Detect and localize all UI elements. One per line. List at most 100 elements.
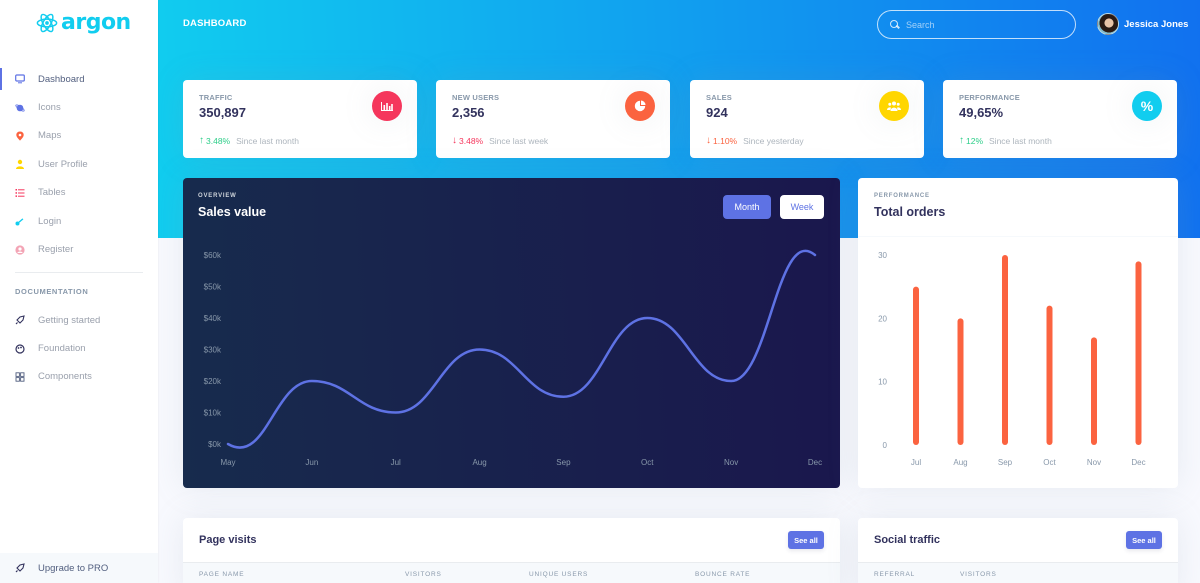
stat-card-sales: SALES 924 ↓ 1.10% Since yesterday [690,80,924,158]
sales-line-chart: $0k $10k $20k $30k $40k $50k $60k May Jun Jul Aug S… [204,249,822,467]
user-name: Jessica Jones [1124,18,1189,30]
month-toggle-button[interactable]: Month [723,195,771,219]
x-tick-label: Jun [305,458,318,467]
sales-line-series [226,249,817,449]
brand-logo[interactable]: argon [36,10,131,35]
sidebar-item-label: Foundation [38,343,86,355]
sidebar-item-label: Login [38,215,62,227]
column-header[interactable]: REFERRAL [874,571,915,578]
sidebar-item-label: Maps [38,130,62,142]
card-title: Sales value [198,205,267,219]
stat-since: Since last month [236,135,299,146]
card-overline: OVERVIEW [198,193,237,199]
y-tick-label: $20k [204,377,222,386]
key-icon [15,218,24,226]
y-tick-label: $50k [204,283,222,292]
stat-since: Since last week [489,135,549,146]
x-tick-label: Sep [998,458,1013,467]
stat-value: 350,897 [199,105,246,120]
column-header[interactable]: PAGE NAME [199,571,244,578]
y-tick-label: 20 [878,314,887,323]
user-menu[interactable]: Jessica Jones [1097,13,1188,35]
user-icon [16,160,24,170]
ui-grid-icon [15,372,25,382]
sidebar-item-label: Getting started [38,314,101,326]
y-tick-label: 0 [883,441,888,450]
x-tick-label: Dec [808,458,822,467]
x-tick-label: Oct [1043,458,1056,467]
stat-footer: ↑ 3.48% Since last month [199,135,299,146]
bar-nov[interactable] [1091,337,1097,445]
stat-value: 49,65% [959,105,1004,120]
upgrade-to-pro-link[interactable]: Upgrade to PRO [0,553,158,583]
stat-value: 2,356 [452,105,485,120]
users-icon [879,91,909,121]
brand-name: argon [61,10,131,35]
stat-title: PERFORMANCE [959,93,1020,102]
card-title: Total orders [874,205,946,219]
sidebar-item-label: Register [38,244,74,256]
page-title[interactable]: DASHBOARD [183,18,247,29]
stat-card-traffic: TRAFFIC 350,897 ↑ 3.48% Since last month [183,80,417,158]
x-tick-label: Aug [472,458,486,467]
bar-jul[interactable] [913,286,919,445]
bar-dec[interactable] [1135,261,1142,445]
percent-icon: % [1132,91,1162,121]
sidebar-item-foundation[interactable]: Foundation [0,334,158,362]
documentation-heading: DOCUMENTATION [15,287,89,296]
stat-card-performance: PERFORMANCE 49,65% % ↑ 12% Since last mon… [943,80,1177,158]
y-tick-label: 30 [878,251,887,260]
bar-aug[interactable] [957,318,964,445]
stat-change: ↑ 3.48% [199,135,231,146]
documentation-nav: Getting started Foundation Components [0,306,158,391]
x-tick-label: Oct [641,458,654,467]
sidebar-item-label: Tables [38,187,66,199]
stat-title: TRAFFIC [199,93,233,102]
chart-pie-icon [625,91,655,121]
see-all-button[interactable]: See all [1126,531,1162,549]
column-header[interactable]: VISITORS [960,571,997,578]
sidebar-divider [15,272,143,273]
search-box[interactable] [877,10,1076,39]
stat-change: ↓ 3.48% [452,135,484,146]
sidebar-item-register[interactable]: Register [0,235,158,263]
column-header[interactable]: VISITORS [405,571,442,578]
column-header[interactable]: BOUNCE RATE [695,571,750,578]
x-tick-label: Sep [556,458,571,467]
stat-card-new-users: NEW USERS 2,356 ↓ 3.48% Since last week [436,80,670,158]
circle-user-icon [15,244,25,255]
bullet-list-icon [15,188,25,197]
arrow-up-icon: ↑ [959,135,964,146]
spaceship-icon [15,563,25,573]
column-header[interactable]: UNIQUE USERS [529,571,588,578]
tv-icon [15,74,25,84]
x-tick-label: May [220,458,235,467]
week-toggle-button[interactable]: Week [780,195,824,219]
stat-change: ↓ 1.10% [706,135,738,146]
bar-oct[interactable] [1046,305,1053,445]
sidebar-item-icons[interactable]: Icons [0,93,158,121]
sidebar-item-tables[interactable]: Tables [0,179,158,207]
sidebar: argon Dashboard Icons Maps User Profile … [0,0,158,583]
table-header: PAGE NAME VISITORS UNIQUE USERS BOUNCE R… [183,562,840,583]
arrow-up-icon: ↑ [199,135,204,146]
y-tick-label: $60k [204,251,222,260]
x-tick-label: Nov [1087,458,1101,467]
sidebar-item-user-profile[interactable]: User Profile [0,150,158,178]
sales-value-card: $0k $10k $20k $30k $40k $50k $60k May Jun Jul Aug S… [183,178,840,488]
bar-sep[interactable] [1002,255,1008,445]
y-tick-label: $30k [204,346,222,355]
search-input[interactable] [906,19,1066,30]
sidebar-item-dashboard[interactable]: Dashboard [0,65,158,93]
y-tick-label: $40k [204,314,222,323]
sidebar-item-getting-started[interactable]: Getting started [0,306,158,334]
sidebar-item-login[interactable]: Login [0,207,158,235]
sidebar-item-maps[interactable]: Maps [0,122,158,150]
stat-change: ↑ 12% [959,135,984,146]
see-all-button[interactable]: See all [788,531,824,549]
react-atom-icon [36,13,58,32]
sidebar-item-label: User Profile [38,158,88,170]
y-tick-label: 10 [878,378,887,387]
y-tick-label: $10k [204,409,222,418]
sidebar-item-components[interactable]: Components [0,363,158,391]
